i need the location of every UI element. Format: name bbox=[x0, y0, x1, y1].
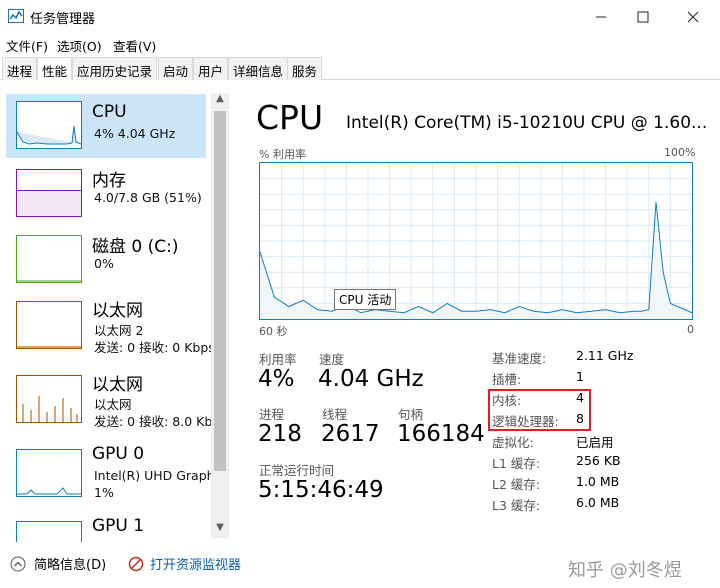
speed-value: 4.04 GHz bbox=[318, 366, 424, 392]
watermark: 知乎 @刘冬煜 bbox=[568, 560, 682, 581]
page-title: CPU bbox=[256, 98, 324, 137]
info-label: 插槽: bbox=[492, 372, 522, 387]
tab-startup[interactable]: 启动 bbox=[158, 57, 194, 80]
threads-value: 2617 bbox=[321, 421, 380, 447]
sidebar-item-cpu[interactable]: CPU 4% 4.04 GHz bbox=[6, 94, 206, 158]
memory-mini-graph bbox=[16, 169, 82, 217]
menu-bar: 文件(F) 选项(O) 查看(V) bbox=[0, 33, 720, 55]
gpu-mini-graph bbox=[16, 449, 82, 497]
uptime-value: 5:15:46:49 bbox=[258, 477, 384, 503]
open-resource-monitor-link[interactable]: 打开资源监视器 bbox=[128, 554, 241, 573]
cpu-mini-graph bbox=[16, 101, 82, 149]
info-label: 虚拟化: bbox=[492, 435, 534, 450]
sidebar-item-sub2: 发送: 0 接收: 0 Kbps bbox=[94, 340, 215, 355]
title-bar: 任务管理器 bbox=[0, 0, 720, 33]
sidebar-item-ethernet-2[interactable]: 以太网 以太网 2 发送: 0 接收: 0 Kbps bbox=[6, 294, 215, 358]
resource-monitor-icon bbox=[128, 556, 144, 571]
tab-processes[interactable]: 进程 bbox=[2, 57, 38, 80]
info-value: 已启用 bbox=[576, 435, 614, 450]
cpu-chart-svg bbox=[259, 163, 693, 319]
info-value: 2.11 GHz bbox=[576, 348, 634, 363]
info-label: 基准速度: bbox=[492, 351, 547, 366]
sidebar-item-sub: 4% 4.04 GHz bbox=[94, 126, 176, 141]
sidebar: CPU 4% 4.04 GHz 内存 4.0/7.8 GB (51%) 磁盘 0… bbox=[0, 90, 232, 542]
highlight-box bbox=[488, 389, 591, 431]
tab-users[interactable]: 用户 bbox=[193, 57, 229, 80]
sidebar-item-disk[interactable]: 磁盘 0 (C:) 0% bbox=[6, 228, 206, 292]
utilization-value: 4% bbox=[258, 366, 295, 392]
info-value: 1.0 MB bbox=[576, 474, 620, 489]
tab-performance[interactable]: 性能 bbox=[37, 57, 73, 81]
info-label: L1 缓存: bbox=[492, 456, 541, 471]
scroll-thumb[interactable] bbox=[214, 111, 226, 471]
ethernet-mini-graph bbox=[16, 375, 82, 423]
sidebar-item-gpu-1[interactable]: GPU 1 bbox=[6, 514, 206, 542]
summary-button[interactable]: 简略信息(D) bbox=[10, 554, 106, 573]
cpu-usage-chart bbox=[259, 162, 693, 320]
sidebar-item-title: 内存 bbox=[92, 171, 126, 191]
disk-mini-graph bbox=[16, 235, 82, 283]
sidebar-item-gpu-0[interactable]: GPU 0 Intel(R) UHD Graphics 1% bbox=[6, 442, 231, 506]
close-icon[interactable] bbox=[670, 0, 716, 33]
tab-details[interactable]: 详细信息 bbox=[228, 57, 289, 80]
tab-app-history[interactable]: 应用历史记录 bbox=[72, 57, 158, 80]
scroll-up-icon[interactable]: ▲ bbox=[211, 93, 229, 109]
chart-tooltip: CPU 活动 bbox=[334, 289, 397, 310]
menu-view[interactable]: 查看(V) bbox=[113, 36, 156, 55]
sidebar-item-ethernet[interactable]: 以太网 以太网 发送: 0 接收: 8.0 Kbps bbox=[6, 368, 227, 432]
minimize-icon[interactable] bbox=[578, 0, 624, 33]
sidebar-item-title: 以太网 bbox=[92, 301, 143, 321]
sidebar-item-sub2: 发送: 0 接收: 8.0 Kbps bbox=[94, 414, 227, 429]
sidebar-item-sub: 4.0/7.8 GB (51%) bbox=[94, 190, 202, 205]
zero-axis-label: 0 bbox=[687, 323, 694, 336]
utilization-axis-label: % 利用率 bbox=[259, 148, 306, 161]
summary-label: 简略信息(D) bbox=[34, 558, 107, 573]
sidebar-item-title: GPU 1 bbox=[92, 516, 145, 536]
tab-services[interactable]: 服务 bbox=[287, 57, 323, 80]
info-label: L2 缓存: bbox=[492, 477, 541, 492]
chevron-up-circle-icon bbox=[10, 556, 26, 571]
info-value: 256 KB bbox=[576, 453, 621, 468]
ethernet-mini-graph bbox=[16, 301, 82, 349]
resource-monitor-label: 打开资源监视器 bbox=[150, 558, 242, 573]
cpu-model-name: Intel(R) Core(TM) i5-10210U CPU @ 1.60..… bbox=[346, 113, 708, 133]
sidebar-item-title: 磁盘 0 (C:) bbox=[92, 237, 179, 257]
bottom-bar: 简略信息(D) 打开资源监视器 知乎 @刘冬煜 bbox=[0, 545, 720, 588]
menu-file[interactable]: 文件(F) bbox=[6, 36, 48, 55]
task-manager-icon bbox=[8, 9, 24, 23]
handles-value: 166184 bbox=[397, 421, 485, 447]
sidebar-item-title: CPU bbox=[92, 102, 127, 122]
sidebar-item-title: GPU 0 bbox=[92, 444, 145, 464]
processes-value: 218 bbox=[258, 421, 302, 447]
sidebar-item-memory[interactable]: 内存 4.0/7.8 GB (51%) bbox=[6, 162, 206, 226]
tab-bar: 进程 性能 应用历史记录 启动 用户 详细信息 服务 bbox=[0, 56, 720, 81]
maximize-icon[interactable] bbox=[620, 0, 666, 33]
time-axis-label: 60 秒 bbox=[259, 325, 288, 338]
info-value: 6.0 MB bbox=[576, 495, 620, 510]
sidebar-item-title: 以太网 bbox=[92, 375, 143, 395]
window-title: 任务管理器 bbox=[30, 12, 96, 27]
sidebar-item-sub2: 1% bbox=[94, 485, 114, 500]
sidebar-scrollbar[interactable]: ▲ ▼ bbox=[211, 93, 229, 538]
menu-options[interactable]: 选项(O) bbox=[57, 36, 102, 55]
info-label: L3 缓存: bbox=[492, 498, 541, 513]
max-axis-label: 100% bbox=[664, 146, 696, 159]
info-value: 1 bbox=[576, 369, 584, 384]
scroll-down-icon[interactable]: ▼ bbox=[211, 522, 229, 538]
gpu-mini-graph bbox=[16, 521, 82, 542]
sidebar-item-sub: 0% bbox=[94, 256, 114, 271]
